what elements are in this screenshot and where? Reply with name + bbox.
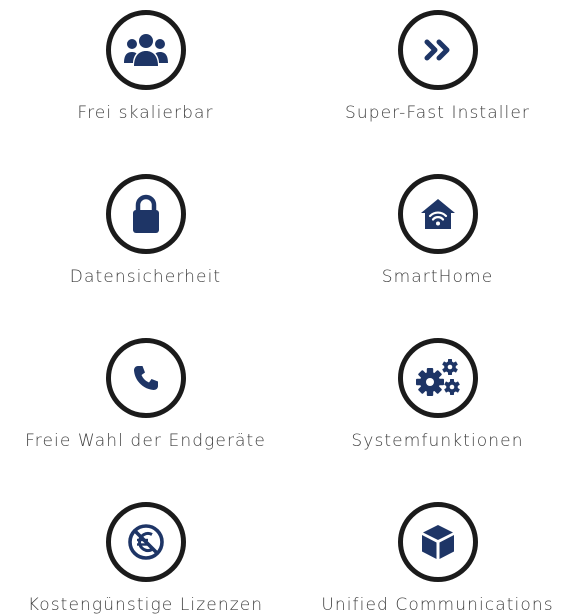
feature-icon-circle <box>105 174 186 254</box>
users-icon <box>122 32 170 68</box>
feature-label: SmartHome <box>381 267 494 287</box>
feature-grid: Frei skalierbar Super-Fast Installer Dat… <box>0 0 583 616</box>
feature-label: Unified Communications <box>321 595 554 615</box>
feature-datensicherheit: Datensicherheit <box>0 174 291 287</box>
feature-unified-communications: Unified Communications <box>292 502 583 615</box>
feature-smarthome: SmartHome <box>292 174 583 287</box>
feature-label: Systemfunktionen <box>351 431 524 451</box>
feature-icon-circle <box>397 10 478 90</box>
feature-label: Kostengünstige Lizenzen <box>27 595 264 615</box>
lock-icon <box>131 194 161 234</box>
feature-label: Super-Fast Installer <box>344 103 531 123</box>
cube-icon <box>420 523 456 561</box>
fast-forward-icon <box>423 39 453 61</box>
feature-icon-circle <box>397 338 478 418</box>
gears-icon <box>415 358 461 398</box>
feature-icon-circle <box>105 338 186 418</box>
feature-label: Freie Wahl der Endgeräte <box>25 431 266 451</box>
feature-systemfunktionen: Systemfunktionen <box>292 338 583 451</box>
feature-frei-skalierbar: Frei skalierbar <box>0 10 291 123</box>
no-euro-icon <box>127 523 165 561</box>
smart-home-icon <box>419 197 457 231</box>
feature-icon-circle <box>105 10 186 90</box>
feature-icon-circle <box>397 502 478 582</box>
feature-label: Frei skalierbar <box>77 103 214 123</box>
feature-label: Datensicherheit <box>69 267 222 287</box>
feature-icon-circle <box>397 174 478 254</box>
feature-super-fast-installer: Super-Fast Installer <box>292 10 583 123</box>
phone-icon <box>132 364 160 392</box>
feature-freie-wahl-endgeraete: Freie Wahl der Endgeräte <box>0 338 291 451</box>
feature-icon-circle <box>105 502 186 582</box>
feature-kostenguenstige-lizenzen: Kostengünstige Lizenzen <box>0 502 291 615</box>
